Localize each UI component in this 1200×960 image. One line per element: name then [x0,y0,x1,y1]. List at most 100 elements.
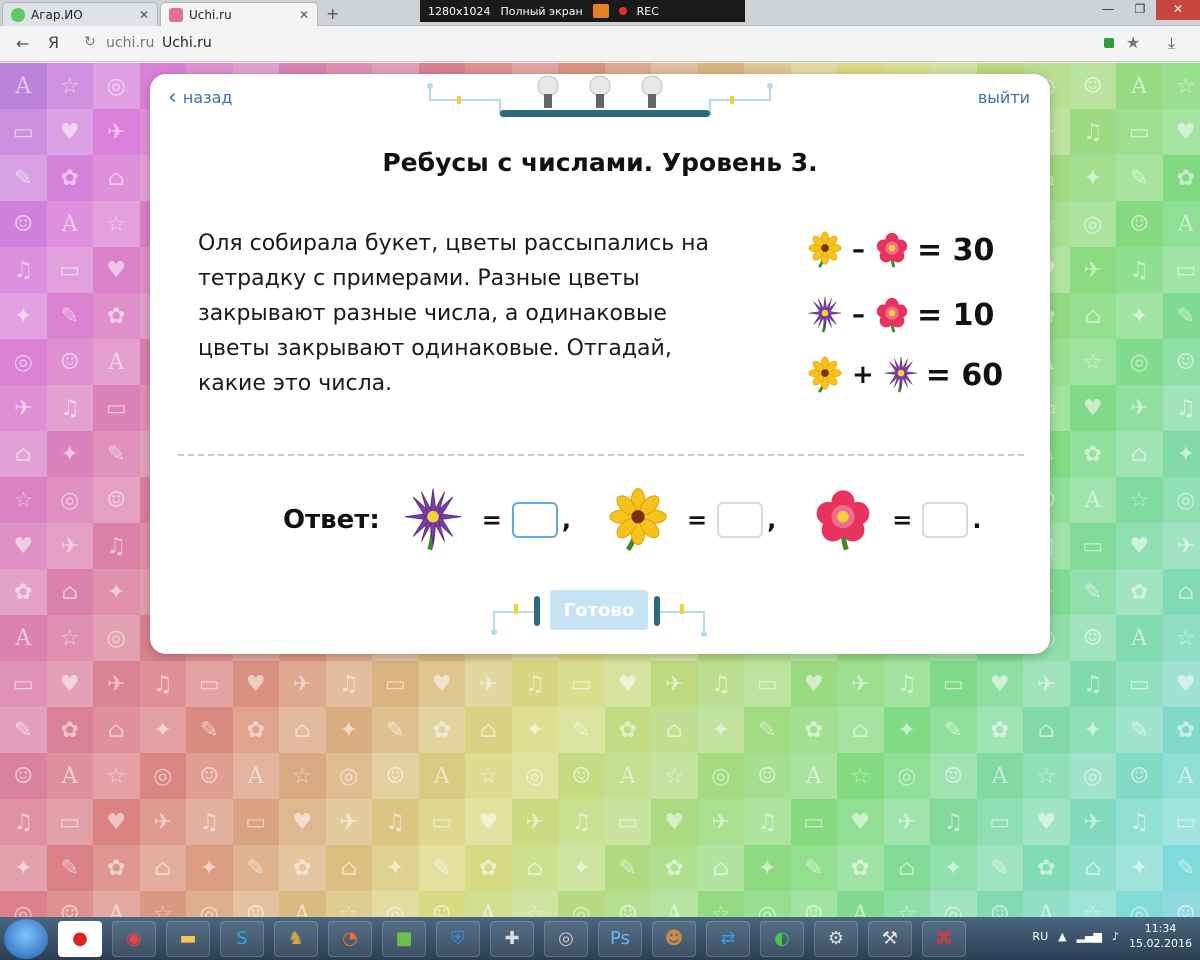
background-tile: ✈ [1069,247,1116,293]
download-icon[interactable]: ⤓ [1168,33,1175,53]
background-tile: ✿ [46,155,93,201]
counter-strike-icon[interactable]: ♞ [274,920,318,957]
pdf-reader-icon[interactable]: ⌘ [922,920,966,957]
background-tile: ✦ [697,707,744,753]
photoshop-icon[interactable]: Ps [598,920,642,957]
tab-agar[interactable]: Агар.ИО ✕ [2,2,158,26]
background-tile: ✎ [372,707,419,753]
start-button[interactable] [4,918,48,959]
url-host[interactable]: uchi.ru [106,35,154,51]
yandex-logo[interactable]: Я [48,33,59,52]
browser-back-icon[interactable]: ← [16,34,29,53]
back-link[interactable]: ‹ назад [168,86,232,108]
background-tile: A [837,891,884,917]
network-icon[interactable]: ▂▄▆ [1077,930,1102,943]
minecraft-icon[interactable]: ■ [382,920,426,957]
background-tile: ◎ [1116,339,1163,385]
background-tile: ✎ [976,845,1023,891]
background-tile: ▭ [790,799,837,845]
exit-link[interactable]: выйти [978,88,1030,107]
equation-result: = 10 [917,297,995,333]
world-of-tanks-icon[interactable]: ⚙ [814,920,858,957]
system-tray: RU ▲ ▂▄▆ ♪ 11:34 15.02.2016 [1032,921,1192,951]
volume-icon[interactable]: ♪ [1112,930,1119,943]
lock-icon[interactable] [1104,38,1114,48]
minimize-button[interactable]: — [1092,0,1124,20]
torrent-icon[interactable]: ◐ [760,920,804,957]
close-icon[interactable]: ✕ [299,8,309,22]
background-tile: ✦ [139,707,186,753]
recorder-app-icon[interactable]: ◉ [112,920,156,957]
url-title[interactable]: Uchi.ru [162,35,212,51]
recorder-mode[interactable]: Полный экран [501,5,583,18]
background-tile: ▭ [186,661,233,707]
yellow-flower-icon [806,231,844,269]
background-tile: ▭ [604,799,651,845]
background-tile: ✿ [1116,569,1163,615]
beach-ball-icon[interactable]: ◔ [328,920,372,957]
gta-icon[interactable]: ☻ [652,920,696,957]
clock[interactable]: 11:34 15.02.2016 [1129,921,1192,951]
purple-flower-icon [806,296,844,334]
background-tile: ✿ [1023,845,1070,891]
close-window-button[interactable]: ✕ [1156,0,1200,20]
background-tile: ✈ [46,523,93,569]
yellow-flower-icon [806,356,844,394]
background-tile: ✈ [139,799,186,845]
new-tab-button[interactable]: + [326,4,339,23]
background-tile: ⌂ [325,845,372,891]
tanks-launcher-icon[interactable]: ⚒ [868,920,912,957]
refresh-icon[interactable]: ↻ [84,34,96,50]
done-button[interactable]: Готово [550,590,648,630]
answer-input-purple[interactable] [511,502,558,538]
windows-taskbar: ● ◉ ▬ S ♞ ◔ ■ ⛨ ✚ ◎ Ps ☻ ⇄ ◐ ⚙ ⚒ ⌘ RU ▲ … [0,917,1200,960]
answer-input-yellow[interactable] [717,502,764,538]
background-tile: A [46,201,93,247]
background-tile: ☆ [1116,477,1163,523]
game-controller-icon[interactable]: ✚ [490,920,534,957]
skype-icon[interactable]: S [220,920,264,957]
background-tile: ☺ [0,753,47,799]
clock-time: 11:34 [1144,922,1177,935]
answer-equals: = [686,506,708,534]
recorder-rec[interactable]: REC [637,5,659,18]
background-tile: ☺ [1069,63,1116,109]
background-tile: ✿ [279,845,326,891]
close-icon[interactable]: ✕ [139,8,149,22]
background-tile: ⌂ [93,707,140,753]
wire-left-icon [491,596,540,635]
background-tile: ◎ [930,891,977,917]
bookmark-star-icon[interactable]: ★ [1126,33,1140,52]
answer-label: Ответ: [283,505,380,535]
background-tile: ✿ [93,845,140,891]
yandex-browser-icon[interactable]: ● [58,920,102,957]
background-tile: ▭ [1116,109,1163,155]
background-tile: ▭ [418,799,465,845]
background-tile: ♫ [0,799,47,845]
background-tile: A [0,615,47,661]
background-tile: ♫ [883,661,930,707]
background-tile: ✈ [1162,523,1200,569]
teamviewer-icon[interactable]: ⇄ [706,920,750,957]
answer-input-pink[interactable] [922,502,969,538]
background-tile: ☺ [558,753,605,799]
background-tile: ♫ [697,661,744,707]
background-tile: ⌂ [465,707,512,753]
shield-app-icon[interactable]: ⛨ [436,920,480,957]
background-tile: ☺ [930,753,977,799]
tray-arrow-icon[interactable]: ▲ [1058,930,1066,943]
maximize-button[interactable]: ❐ [1124,0,1156,20]
language-indicator[interactable]: RU [1032,930,1048,943]
steam-icon[interactable]: ◎ [544,920,588,957]
tab-uchi[interactable]: Uchi.ru ✕ [160,2,318,26]
folder-icon[interactable]: ▬ [166,920,210,957]
background-tile: ✿ [1069,431,1116,477]
background-tile: ⌂ [279,707,326,753]
background-tile: ☆ [883,891,930,917]
background-tile: A [790,753,837,799]
background-tile: ◎ [1069,753,1116,799]
background-tile: ✿ [837,845,884,891]
camera-icon[interactable] [592,4,609,18]
background-tile: ✎ [1116,707,1163,753]
background-tile: ♫ [325,661,372,707]
